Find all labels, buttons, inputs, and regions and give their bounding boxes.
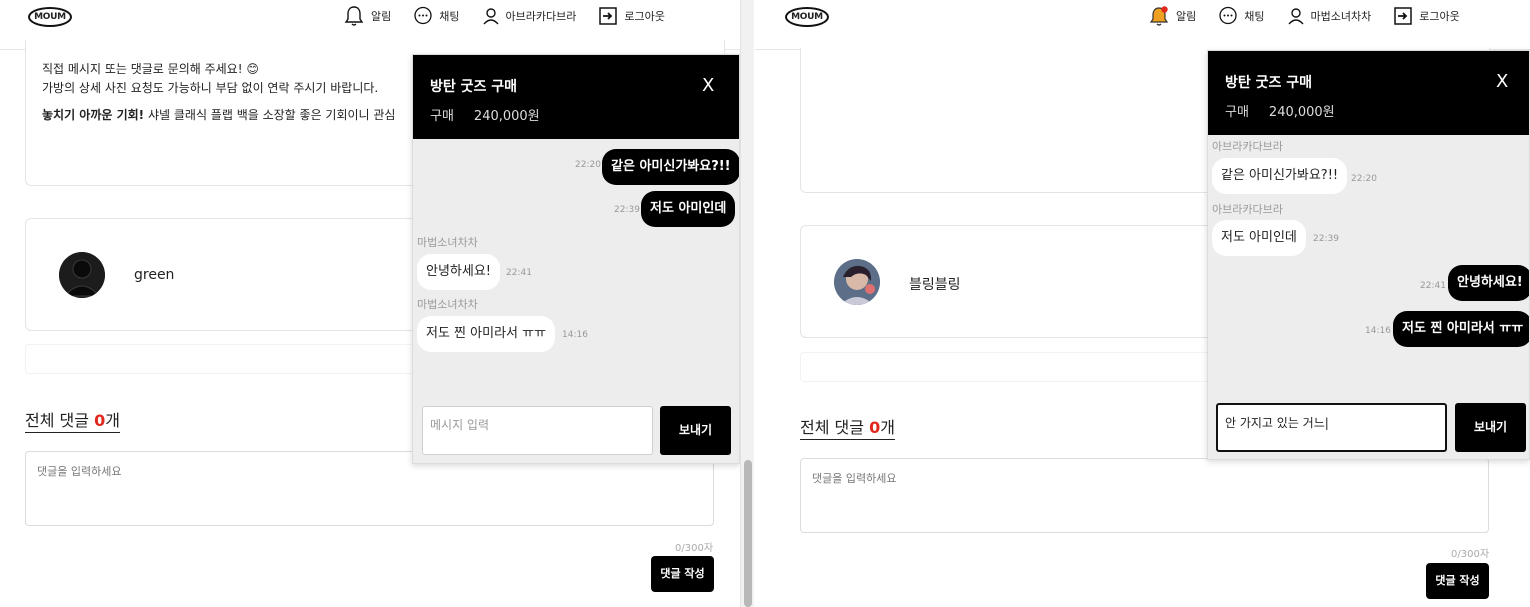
chat-trade-type: 구매	[430, 109, 454, 124]
chat-price: 240,000원	[1268, 105, 1335, 120]
chat-price: 240,000원	[473, 109, 540, 124]
default-avatar-icon	[59, 252, 105, 298]
nav-logout-label: 로그아웃	[1419, 10, 1460, 23]
seller-avatar	[834, 259, 880, 305]
nav-notifications-label: 알림	[371, 10, 392, 23]
bell-notification-icon	[1149, 6, 1169, 26]
description-text: 샤넬 클래식 플랩 백을 소장할 좋은 기회이니 관심	[144, 108, 396, 122]
nav-notifications[interactable]: 알림	[1148, 5, 1196, 27]
logout-icon	[1394, 7, 1412, 25]
top-nav: 알림 채팅 아브라카다브라 로그아웃	[343, 5, 665, 27]
user-icon	[482, 8, 499, 25]
comments-count: 0	[869, 418, 881, 437]
message-time: 22:20	[1351, 174, 1377, 184]
chat-subtitle: 구매 240,000원	[430, 105, 560, 124]
description-line: 놓치기 아까운 기회! 샤넬 클래식 플랩 백을 소장할 좋은 기회이니 관심	[42, 106, 422, 125]
comments-title: 전체 댓글 0개	[25, 407, 120, 433]
nav-chat-label: 채팅	[439, 10, 460, 23]
chat-send-button[interactable]: 보내기	[660, 406, 731, 455]
chat-trade-type: 구매	[1225, 105, 1249, 120]
nav-logout-label: 로그아웃	[624, 10, 665, 23]
message-bubble-received: 저도 아미인데	[1212, 220, 1306, 256]
top-header: MOUM 알림 채팅 마법소녀차차 로그아웃	[755, 0, 1530, 50]
message-time: 22:41	[506, 268, 532, 278]
empty-strip	[800, 352, 1210, 382]
comment-submit-button[interactable]: 댓글 작성	[1426, 563, 1489, 599]
page-scrollbar[interactable]	[740, 0, 754, 607]
comment-submit-button[interactable]: 댓글 작성	[651, 556, 714, 592]
nav-profile[interactable]: 아브라카다브라	[482, 7, 577, 25]
nav-chat[interactable]: 채팅	[413, 6, 460, 26]
moum-logo[interactable]: MOUM	[785, 7, 829, 27]
comments-title-text: 전체 댓글	[800, 418, 870, 437]
description-line: 직접 메시지 또는 댓글로 문의해 주세요! 😊	[42, 62, 259, 76]
comment-input[interactable]: 댓글을 입력하세요	[800, 458, 1489, 533]
chat-popup: 방탄 굿즈 구매 구매 240,000원 X 아브라카다브라 같은 아미신가봐요?…	[1207, 50, 1530, 460]
chat-bubble-icon	[1219, 6, 1237, 25]
message-bubble-received: 안녕하세요!	[417, 254, 501, 290]
chat-close-button[interactable]: X	[1496, 71, 1508, 92]
chat-message-input[interactable]: 메시지 입력	[422, 406, 653, 455]
message-time: 14:16	[562, 330, 588, 340]
message-time: 22:39	[614, 205, 640, 215]
top-nav: 알림 채팅 마법소녀차차 로그아웃	[1148, 5, 1460, 27]
message-time: 14:16	[1365, 326, 1391, 336]
chat-subtitle: 구매 240,000원	[1225, 101, 1355, 120]
left-browser-pane: MOUM 알림 채팅 아브라카다브라 로그아웃 직접 메시지 또는 댓글로 문의…	[0, 0, 740, 607]
message-bubble-sent: 저도 찐 아미라서 ㅠㅠ	[1393, 311, 1529, 347]
chat-header: 방탄 굿즈 구매 구매 240,000원 X	[413, 55, 739, 139]
comment-char-counter: 0/300자	[675, 543, 714, 554]
nav-logout[interactable]: 로그아웃	[1393, 6, 1460, 26]
chat-bubble-icon	[414, 6, 432, 25]
user-icon	[1287, 8, 1304, 25]
bell-icon	[344, 6, 364, 26]
chat-title: 방탄 굿즈 구매	[430, 79, 518, 95]
chat-close-button[interactable]: X	[702, 75, 714, 96]
message-bubble-received: 저도 찐 아미라서 ㅠㅠ	[417, 316, 556, 352]
chat-header: 방탄 굿즈 구매 구매 240,000원 X	[1208, 51, 1529, 135]
scrollbar-thumb[interactable]	[744, 460, 752, 607]
message-time: 22:41	[1420, 281, 1446, 291]
logout-icon	[599, 7, 618, 25]
message-sender: 마법소녀차차	[417, 236, 478, 249]
message-time: 22:39	[1313, 234, 1339, 244]
message-time: 22:20	[575, 160, 601, 170]
message-sender: 아브라카다브라	[1212, 140, 1283, 153]
product-description: 직접 메시지 또는 댓글로 문의해 주세요! 😊 가방의 상세 사진 요청도 가…	[42, 60, 422, 125]
description-highlight: 놓치기 아까운 기회!	[42, 108, 145, 122]
comment-char-counter: 0/300자	[1451, 549, 1490, 560]
nav-chat[interactable]: 채팅	[1218, 6, 1265, 26]
comments-title: 전체 댓글 0개	[800, 414, 895, 440]
nav-notifications-label: 알림	[1176, 10, 1197, 23]
message-bubble-sent: 안녕하세요!	[1448, 265, 1529, 301]
nav-profile-label: 아브라카다브라	[505, 10, 577, 23]
message-sender: 마법소녀차차	[417, 298, 478, 311]
chat-popup: 방탄 굿즈 구매 구매 240,000원 X 22:20 같은 아미신가봐요?!!…	[412, 54, 740, 464]
comments-count: 0	[94, 411, 106, 430]
empty-strip	[25, 344, 425, 374]
nav-profile-label: 마법소녀차차	[1310, 10, 1372, 23]
chat-title: 방탄 굿즈 구매	[1225, 75, 1313, 91]
comments-title-text: 전체 댓글	[25, 411, 95, 430]
message-sender: 아브라카다브라	[1212, 203, 1283, 216]
comments-title-suffix: 개	[105, 411, 120, 430]
seller-avatar	[59, 252, 105, 298]
chat-message-input[interactable]: 안 가지고 있는 거느|	[1216, 403, 1447, 452]
nav-chat-label: 채팅	[1244, 10, 1265, 23]
nav-logout[interactable]: 로그아웃	[598, 6, 665, 26]
nav-profile[interactable]: 마법소녀차차	[1287, 7, 1372, 25]
moum-logo[interactable]: MOUM	[28, 7, 72, 27]
profile-photo-icon	[834, 259, 880, 305]
message-bubble-sent: 저도 아미인데	[641, 191, 736, 227]
right-browser-pane: MOUM 알림 채팅 마법소녀차차 로그아웃 블링블링 전체 댓글 0개 댓글을…	[755, 0, 1530, 607]
description-line: 가방의 상세 사진 요청도 가능하니 부담 없이 연락 주시기 바랍니다.	[42, 81, 379, 95]
nav-notifications[interactable]: 알림	[343, 5, 391, 27]
seller-name[interactable]: green	[134, 267, 174, 283]
message-bubble-sent: 같은 아미신가봐요?!!	[602, 149, 739, 185]
seller-name[interactable]: 블링블링	[909, 274, 961, 294]
comments-title-suffix: 개	[880, 418, 895, 437]
message-bubble-received: 같은 아미신가봐요?!!	[1212, 158, 1348, 194]
chat-send-button[interactable]: 보내기	[1455, 403, 1526, 452]
